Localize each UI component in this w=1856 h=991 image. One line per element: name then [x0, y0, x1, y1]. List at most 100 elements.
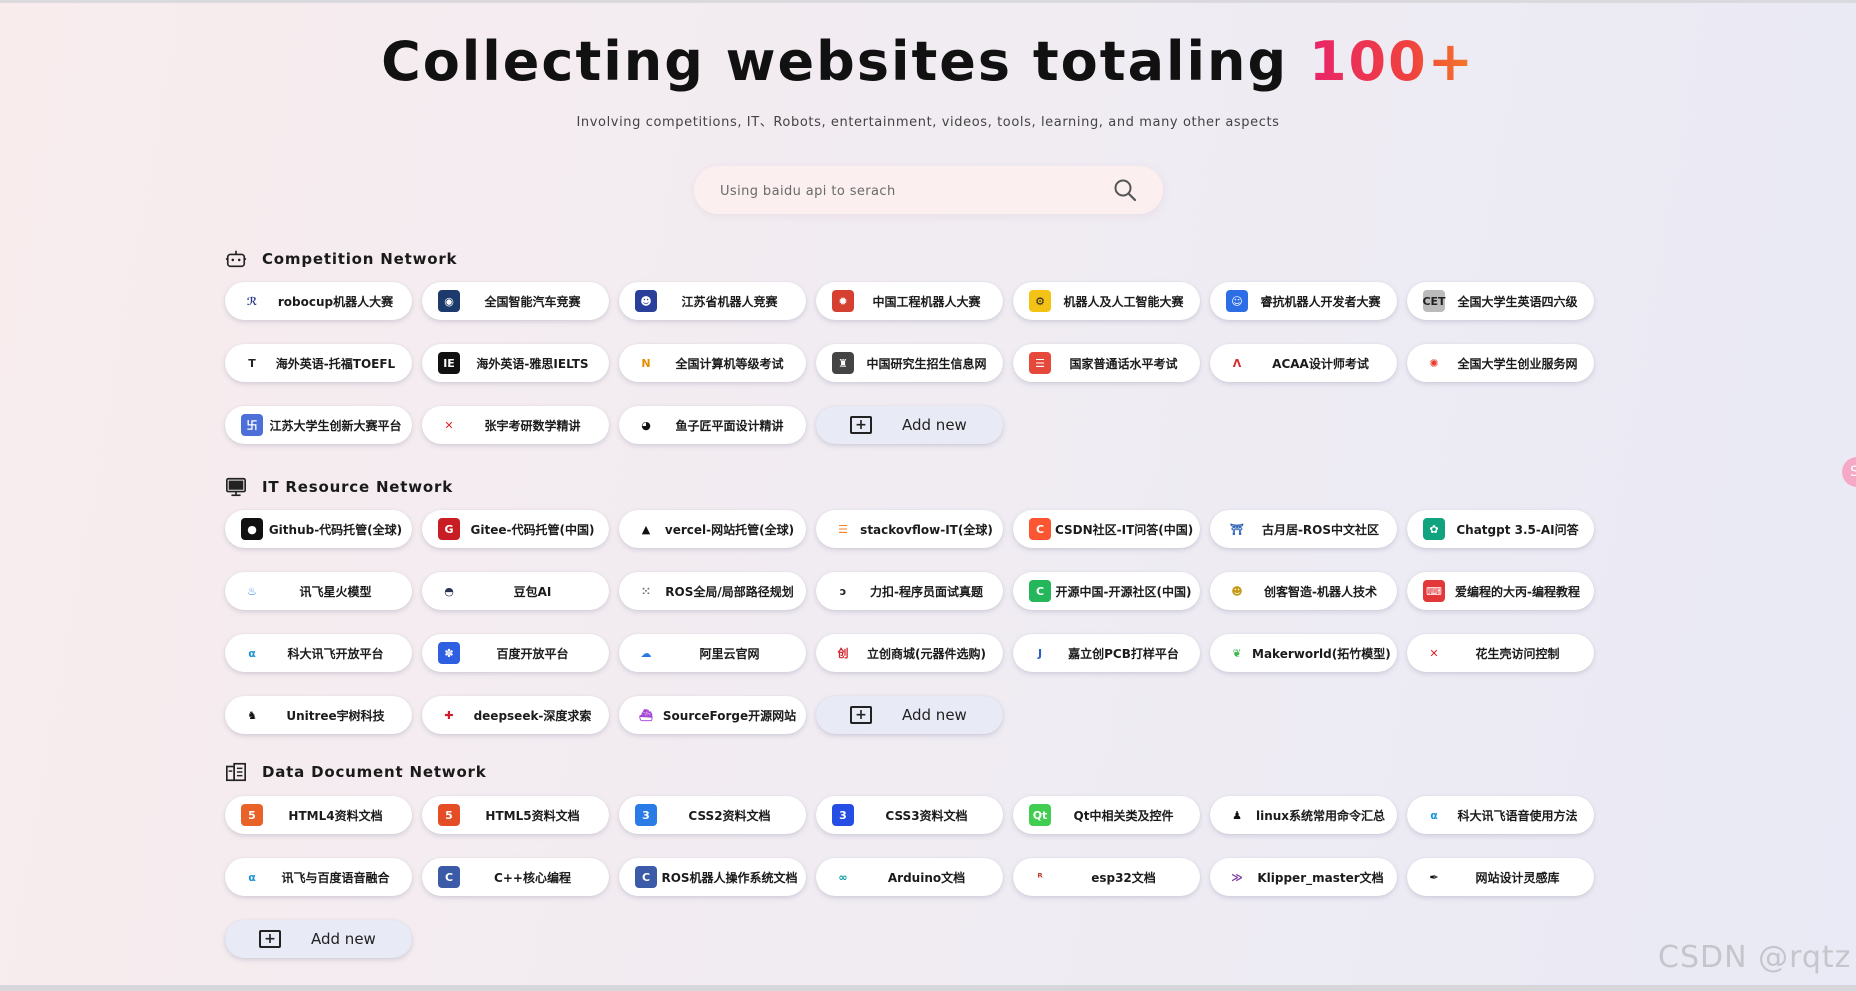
vercel-icon: ▲ [635, 518, 657, 540]
add-new-button[interactable]: + Add new [816, 406, 1003, 444]
site-card-label: CSDN社区-IT问答(中国) [1055, 522, 1194, 537]
site-card-label: Gitee-代码托管(中国) [470, 522, 595, 537]
site-card[interactable]: G Gitee-代码托管(中国) [422, 510, 609, 548]
site-card-label: HTML4资料文档 [288, 808, 383, 823]
site-card[interactable]: ♟ linux系统常用命令汇总 [1210, 796, 1397, 834]
site-card[interactable]: ⌨ 爱编程的大丙-编程教程 [1407, 572, 1594, 610]
site-card[interactable]: J 嘉立创PCB打样平台 [1013, 634, 1200, 672]
site-card[interactable]: ✿ Chatgpt 3.5-AI问答 [1407, 510, 1594, 548]
site-card-label: 豆包AI [513, 584, 552, 599]
site-card[interactable]: ≫ Klipper_master文档 [1210, 858, 1397, 896]
site-card[interactable]: ↄ 力扣-程序员面试真题 [816, 572, 1003, 610]
site-card[interactable]: ♞ Unitree宇树科技 [225, 696, 412, 734]
robot-icon [225, 250, 247, 268]
site-card[interactable]: ✚ deepseek-深度求索 [422, 696, 609, 734]
site-card[interactable]: ◓ 豆包AI [422, 572, 609, 610]
add-new-button[interactable]: + Add new [816, 696, 1003, 734]
site-card-label: 科大讯飞语音使用方法 [1457, 808, 1578, 823]
site-card[interactable]: C 开源中国-开源社区(中国) [1013, 572, 1200, 610]
add-new-label: Add new [902, 416, 967, 434]
search-input[interactable] [718, 179, 1102, 203]
peanut-icon: ✕ [1423, 642, 1445, 664]
site-card[interactable]: T 海外英语-托福TOEFL [225, 344, 412, 382]
search-icon[interactable] [1113, 178, 1137, 202]
site-card-label: 力扣-程序员面试真题 [870, 584, 983, 599]
site-card[interactable]: ☁ 阿里云官网 [619, 634, 806, 672]
site-card-label: 海外英语-托福TOEFL [275, 356, 396, 371]
robot-face-icon: ☻ [635, 290, 657, 312]
code-screen-icon: ⌨ [1423, 580, 1445, 602]
guyueju-icon: ⛩ [1226, 518, 1248, 540]
site-card-label: Makerworld(拓竹模型) [1252, 646, 1391, 661]
site-card[interactable]: ☺ 睿抗机器人开发者大赛 [1210, 282, 1397, 320]
site-card-label: 中国工程机器人大赛 [872, 294, 981, 309]
site-card-label: Arduino文档 [887, 870, 966, 885]
site-card[interactable]: ☰ 国家普通话水平考试 [1013, 344, 1200, 382]
site-card[interactable]: ✺ 全国大学生创业服务网 [1407, 344, 1594, 382]
site-card-label: 讯飞与百度语音融合 [281, 870, 390, 885]
site-card[interactable]: α 科大讯飞语音使用方法 [1407, 796, 1594, 834]
site-card[interactable]: 创立创商城(元器件选购) [816, 634, 1003, 672]
site-card[interactable]: ✕ 花生壳访问控制 [1407, 634, 1594, 672]
site-card[interactable]: ℛrobocup机器人大赛 [225, 282, 412, 320]
design-logo-icon: ◕ [635, 414, 657, 436]
site-card[interactable]: ⛴ SourceForge开源网站 [619, 696, 806, 734]
site-card[interactable]: C CSDN社区-IT问答(中国) [1013, 510, 1200, 548]
site-card[interactable]: ☻ 创客智造-机器人技术 [1210, 572, 1397, 610]
site-card[interactable]: ♨ 讯飞星火模型 [225, 572, 412, 610]
site-card-label: 嘉立创PCB打样平台 [1068, 646, 1179, 661]
csdn-icon: C [1029, 518, 1051, 540]
site-card[interactable]: ∞ Arduino文档 [816, 858, 1003, 896]
site-card[interactable]: ▲ vercel-网站托管(全球) [619, 510, 806, 548]
site-card[interactable]: ◉ 全国智能汽车竞赛 [422, 282, 609, 320]
site-card[interactable]: IE 海外英语-雅思IELTS [422, 344, 609, 382]
site-card[interactable]: ✒ 网站设计灵感库 [1407, 858, 1594, 896]
page-subtitle: Involving competitions, IT、Robots, enter… [576, 115, 1280, 130]
site-card[interactable]: ✕ 张宇考研数学精讲 [422, 406, 609, 444]
site-card[interactable]: ☻ 江苏省机器人竞赛 [619, 282, 806, 320]
site-card-label: 讯飞星火模型 [299, 584, 372, 599]
site-card[interactable]: ✹ 中国工程机器人大赛 [816, 282, 1003, 320]
site-card[interactable]: ⚙ 机器人及人工智能大赛 [1013, 282, 1200, 320]
title-accent: 100+ [1308, 30, 1475, 93]
site-card[interactable]: α 讯飞与百度语音融合 [225, 858, 412, 896]
unitree-dog-icon: ♞ [241, 704, 263, 726]
site-card[interactable]: C ROS机器人操作系统文档 [619, 858, 806, 896]
site-card[interactable]: C C++核心编程 [422, 858, 609, 896]
site-card[interactable]: 5 HTML4资料文档 [225, 796, 412, 834]
add-new-button[interactable]: + Add new [225, 920, 412, 958]
site-card-label: 全国大学生创业服务网 [1457, 356, 1578, 371]
toefl-logo-icon: T [241, 352, 263, 374]
site-card[interactable]: ᴿ esp32文档 [1013, 858, 1200, 896]
robot-arm-icon: ⚙ [1029, 290, 1051, 312]
plus-square-icon: + [259, 930, 281, 948]
iflytek-icon: α [1423, 804, 1445, 826]
site-card[interactable]: ❦ Makerworld(拓竹模型) [1210, 634, 1397, 672]
site-card[interactable]: ♜ 中国研究生招生信息网 [816, 344, 1003, 382]
site-card[interactable]: ● Github-代码托管(全球) [225, 510, 412, 548]
html5-icon: 5 [438, 804, 460, 826]
doubao-icon: ◓ [438, 580, 460, 602]
site-card[interactable]: CET 全国大学生英语四六级 [1407, 282, 1594, 320]
bottom-border [0, 985, 1856, 991]
site-card[interactable]: ⁙ ROS全局/局部路径规划 [619, 572, 806, 610]
floating-side-button[interactable]: S [1842, 457, 1856, 487]
site-card-label: 机器人及人工智能大赛 [1063, 294, 1184, 309]
site-card[interactable]: ⛩ 古月居-ROS中文社区 [1210, 510, 1397, 548]
site-card[interactable]: 3 CSS3资料文档 [816, 796, 1003, 834]
site-card-label: 全国计算机等级考试 [675, 356, 784, 371]
site-card[interactable]: Λ ACAA设计师考试 [1210, 344, 1397, 382]
iflytek-icon: α [241, 642, 263, 664]
site-card[interactable]: Qt Qt中相关类及控件 [1013, 796, 1200, 834]
site-card-label: deepseek-深度求索 [473, 708, 592, 723]
search-bar[interactable] [694, 166, 1163, 214]
site-card[interactable]: ☰ stackovflow-IT(全球) [816, 510, 1003, 548]
arduino-icon: ∞ [832, 866, 854, 888]
site-card[interactable]: 5 HTML5资料文档 [422, 796, 609, 834]
site-card[interactable]: N 全国计算机等级考试 [619, 344, 806, 382]
site-card[interactable]: ✽ 百度开放平台 [422, 634, 609, 672]
site-card[interactable]: 卐江苏大学生创新大赛平台 [225, 406, 412, 444]
site-card[interactable]: α 科大讯飞开放平台 [225, 634, 412, 672]
site-card[interactable]: ◕ 鱼子匠平面设计精讲 [619, 406, 806, 444]
site-card[interactable]: 3 CSS2资料文档 [619, 796, 806, 834]
